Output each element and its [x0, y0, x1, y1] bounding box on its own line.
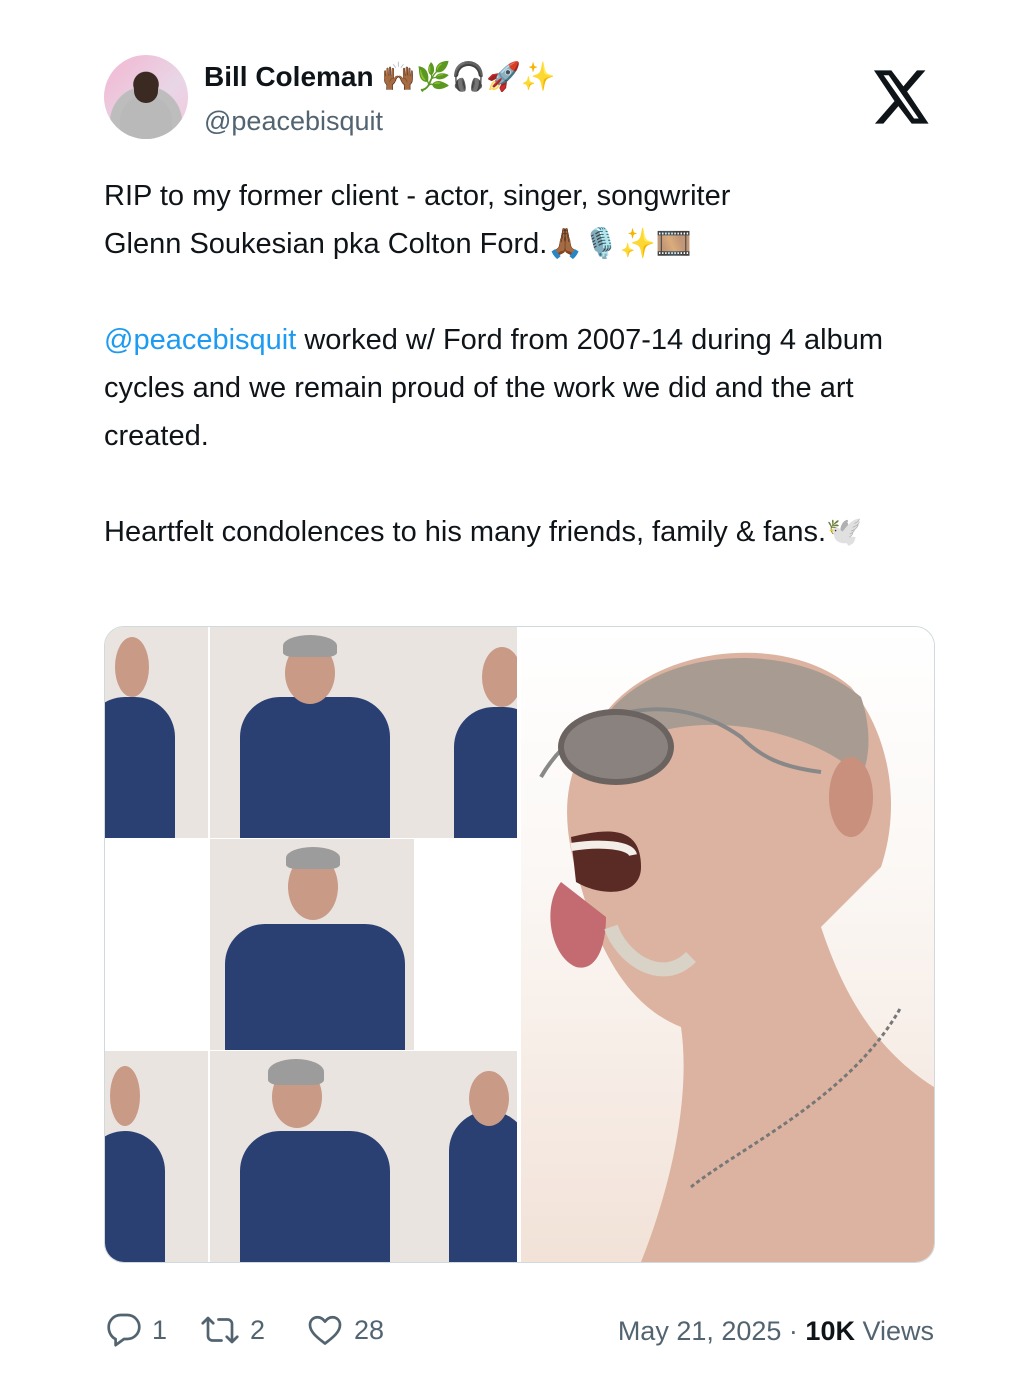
reply-button[interactable]: 1: [106, 1312, 167, 1348]
collage-photo: [210, 627, 416, 838]
tweet-meta: May 21, 2025 · 10K Views: [618, 1316, 934, 1347]
reply-icon: [107, 1313, 141, 1347]
heart-icon: [308, 1315, 342, 1345]
like-count: 28: [354, 1314, 385, 1345]
tweet-text: RIP to my former client - actor, singer,…: [104, 172, 944, 556]
tweet-line-2: Glenn Soukesian pka Colton Ford.🙏🏾🎙️✨🎞️: [104, 228, 692, 260]
collage-blank: [414, 839, 517, 1050]
meta-separator: ·: [781, 1316, 806, 1346]
views-label: Views: [854, 1316, 934, 1346]
x-logo-icon[interactable]: [873, 70, 931, 124]
portrait-photo[interactable]: [521, 627, 934, 1262]
tweet-paragraph-3: Heartfelt condolences to his many friend…: [104, 516, 863, 548]
repost-count: 2: [250, 1314, 266, 1345]
avatar[interactable]: [104, 55, 188, 139]
collage-photo: [210, 839, 416, 1050]
like-button[interactable]: 28: [306, 1312, 384, 1348]
author-name[interactable]: Bill Coleman 🙌🏾🌿🎧🚀✨: [204, 60, 556, 93]
tweet-line-1: RIP to my former client - actor, singer,…: [104, 180, 731, 212]
collage-photo: [414, 1051, 517, 1262]
repost-icon: [201, 1316, 239, 1344]
repost-button[interactable]: 2: [200, 1312, 265, 1348]
collage-photo: [210, 1051, 416, 1262]
mention-link[interactable]: @peacebisquit: [104, 324, 296, 356]
views-count: 10K: [805, 1316, 855, 1346]
tweet-date[interactable]: May 21, 2025: [618, 1316, 782, 1346]
collage-photo: [105, 627, 208, 838]
collage-photo: [105, 1051, 208, 1262]
tweet-media[interactable]: [104, 626, 935, 1263]
collage-photo: [414, 627, 517, 838]
tweet-footer: 1 2 28 May 21, 2025 · 10K Views: [0, 1310, 1034, 1354]
collage-blank: [105, 839, 208, 1050]
photo-collage[interactable]: [105, 627, 517, 1262]
reply-count: 1: [152, 1314, 168, 1345]
author-handle[interactable]: @peacebisquit: [204, 106, 383, 137]
